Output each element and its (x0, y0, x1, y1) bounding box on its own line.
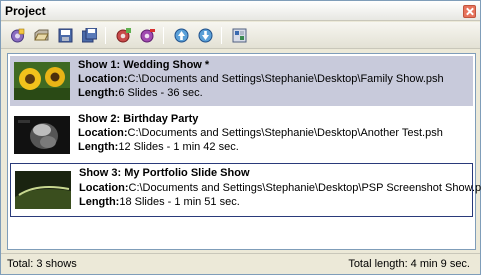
show-thumbnail-dark-photo (14, 116, 70, 154)
length-value: 12 Slides - 1 min 42 sec. (118, 141, 239, 153)
location-label: Location: (78, 73, 128, 85)
total-shows: Total: 3 shows (7, 258, 77, 270)
show-length: Length:6 Slides - 36 sec. (78, 87, 203, 99)
move-down-icon (198, 28, 213, 43)
panel-title: Project (5, 4, 46, 18)
show-length: Length:12 Slides - 1 min 42 sec. (78, 141, 239, 153)
location-label: Location: (79, 182, 129, 194)
move-up-button[interactable] (171, 25, 192, 46)
location-value: C:\Documents and Settings\Stephanie\Desk… (127, 127, 443, 139)
total-length: Total length: 4 min 9 sec. (348, 258, 470, 270)
show-list-item[interactable]: Show 2: Birthday Party Location:C:\Docum… (10, 110, 473, 160)
toolbar (1, 22, 480, 49)
toolbar-separator (163, 27, 164, 44)
open-show-icon (34, 29, 49, 41)
show-list-item[interactable]: Show 3: My Portfolio Slide Show Location… (10, 163, 481, 217)
show-title: Show 2: Birthday Party (78, 113, 199, 125)
toolbar-separator (105, 27, 106, 44)
remove-show-icon (140, 29, 155, 43)
toolbar-separator (221, 27, 222, 44)
location-value: C:\Documents and Settings\Stephanie\Desk… (128, 182, 481, 194)
move-down-button[interactable] (195, 25, 216, 46)
length-value: 6 Slides - 36 sec. (118, 87, 203, 99)
add-show-icon (116, 28, 131, 43)
save-icon (58, 28, 73, 43)
length-label: Length: (78, 141, 119, 153)
new-show-button[interactable] (7, 25, 28, 46)
add-show-button[interactable] (113, 25, 134, 46)
properties-button[interactable] (229, 25, 250, 46)
show-location: Location:C:\Documents and Settings\Steph… (78, 73, 444, 85)
show-list[interactable]: Show 1: Wedding Show * Location:C:\Docum… (7, 53, 481, 250)
status-bar: Total: 3 shows Total length: 4 min 9 sec… (1, 253, 480, 274)
save-button[interactable] (55, 25, 76, 46)
save-all-icon (82, 28, 97, 43)
panel-titlebar: Project (1, 1, 480, 21)
length-value: 18 Slides - 1 min 51 sec. (119, 196, 240, 208)
remove-show-button[interactable] (137, 25, 158, 46)
location-value: C:\Documents and Settings\Stephanie\Desk… (127, 73, 444, 85)
show-length: Length:18 Slides - 1 min 51 sec. (79, 196, 240, 208)
open-show-button[interactable] (31, 25, 52, 46)
location-label: Location: (78, 127, 128, 139)
properties-icon (232, 28, 247, 43)
show-location: Location:C:\Documents and Settings\Steph… (78, 127, 443, 139)
close-button[interactable] (463, 5, 476, 18)
show-title: Show 3: My Portfolio Slide Show (79, 167, 250, 179)
show-thumbnail-green-curve (15, 171, 71, 209)
save-all-button[interactable] (79, 25, 100, 46)
move-up-icon (174, 28, 189, 43)
project-panel: Project Show 1: Wedding Show * Location:… (0, 0, 481, 275)
new-show-icon (11, 28, 25, 43)
length-label: Length: (79, 196, 120, 208)
show-list-item[interactable]: Show 1: Wedding Show * Location:C:\Docum… (10, 56, 473, 106)
show-thumbnail-sunflower (14, 62, 70, 100)
length-label: Length: (78, 87, 119, 99)
show-location: Location:C:\Documents and Settings\Steph… (79, 182, 481, 194)
show-title: Show 1: Wedding Show * (78, 59, 210, 71)
